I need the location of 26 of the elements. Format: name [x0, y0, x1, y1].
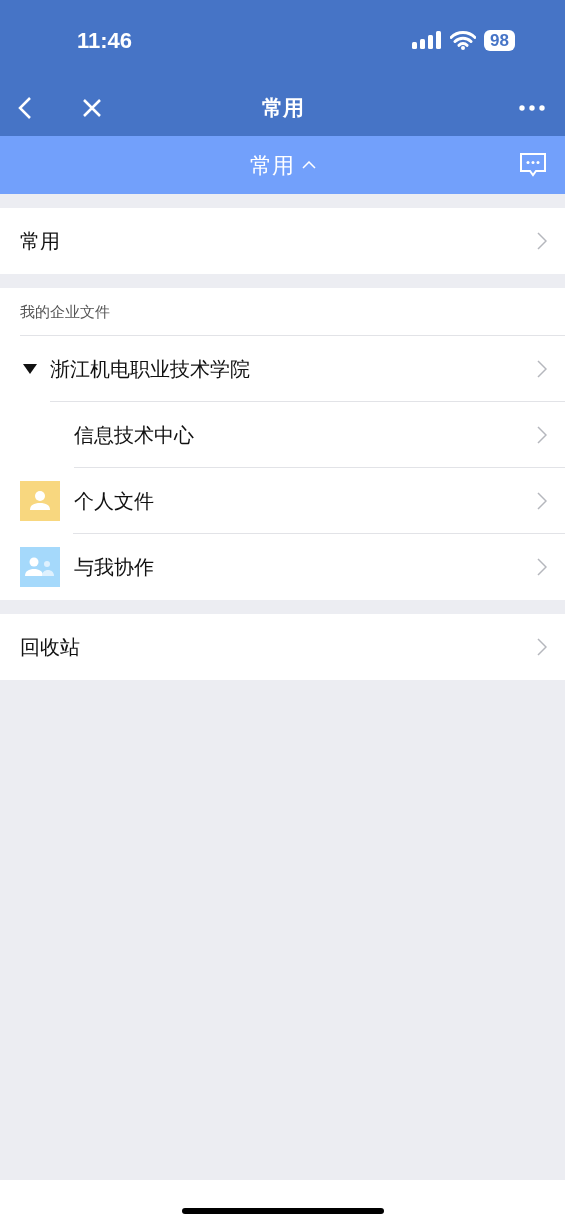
- chevron-right-icon: [537, 426, 547, 444]
- chevron-right-icon: [537, 558, 547, 576]
- item-label: 个人文件: [74, 489, 155, 514]
- chevron-right-icon: [537, 492, 547, 510]
- item-label: 信息技术中心: [74, 423, 195, 448]
- item-label: 浙江机电职业技术学院: [50, 357, 251, 382]
- back-icon[interactable]: [18, 96, 32, 120]
- signal-icon: [412, 31, 443, 49]
- status-time: 11:46: [77, 26, 134, 55]
- expand-triangle-icon[interactable]: [22, 363, 38, 375]
- item-label: 与我协作: [74, 555, 155, 580]
- battery-level: 98: [484, 29, 515, 51]
- wifi-icon: [450, 30, 477, 50]
- section-header: 我的企业文件: [20, 301, 110, 322]
- chevron-right-icon: [537, 360, 547, 378]
- page-title: 常用: [261, 95, 304, 122]
- person-icon: [20, 481, 60, 521]
- item-label: 回收站: [20, 635, 81, 660]
- close-icon[interactable]: [82, 98, 102, 118]
- item-label: 常用: [20, 229, 61, 254]
- chevron-right-icon: [537, 638, 547, 656]
- caret-icon: [301, 161, 316, 169]
- more-icon[interactable]: [519, 105, 545, 111]
- chevron-right-icon: [537, 232, 547, 250]
- message-icon[interactable]: [520, 153, 546, 177]
- people-icon: [20, 547, 60, 587]
